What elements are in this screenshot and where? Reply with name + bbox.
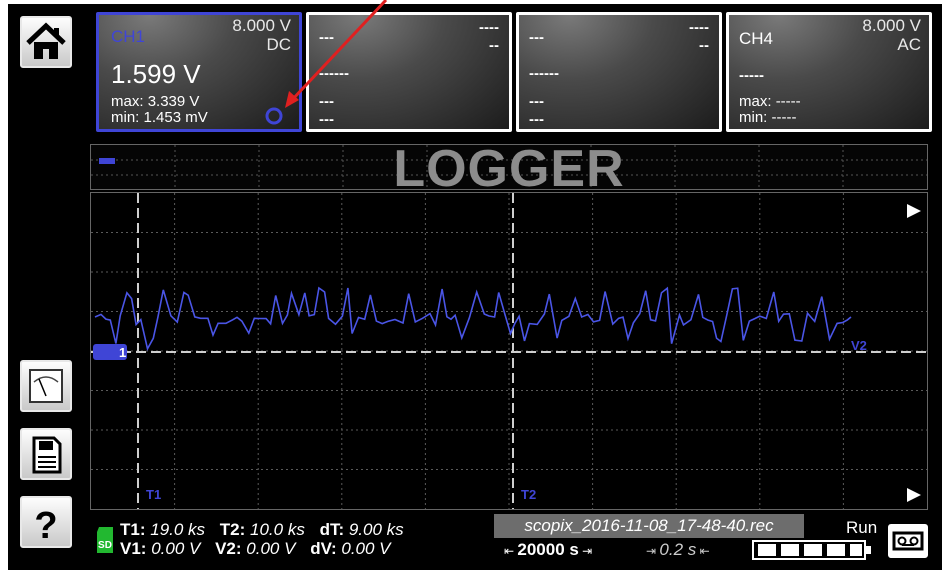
ch2-max: --- [319, 93, 334, 110]
mode-label: LOGGER [393, 140, 625, 198]
waveform-display[interactable]: 1 T1 T2 V2 [90, 192, 928, 510]
svg-text:SD: SD [98, 540, 112, 551]
dv-value: 0.00 V [341, 539, 391, 558]
ch2-scale: ---- [479, 19, 499, 36]
duration-setting[interactable]: ⇤ 20000 s ⇥ [504, 540, 592, 560]
scroll-right-bottom-icon[interactable] [907, 488, 921, 502]
ch1-min-row: min: 1.453 mV [111, 109, 208, 126]
t1-value: 19.0 ks [150, 520, 206, 539]
ch1-coupling: DC [266, 35, 291, 54]
save-icon [32, 436, 62, 474]
save-button[interactable] [20, 428, 72, 480]
sd-card-icon: SD [97, 527, 113, 553]
waveform-svg: 1 T1 T2 V2 [91, 193, 927, 509]
meter-mode-button[interactable] [20, 360, 72, 412]
time-readout-row: T1: 19.0 ks T2: 10.0 ks dT: 9.00 ks [120, 520, 404, 539]
ch1-settings-ring-icon[interactable] [263, 105, 285, 127]
dt-value: 9.00 ks [348, 520, 404, 539]
cassette-button[interactable] [888, 524, 928, 558]
ch3-name: --- [529, 29, 544, 46]
ch3-scale: ---- [689, 19, 709, 36]
interval-setting[interactable]: ⇥ 0.2 s ⇤ [646, 540, 710, 560]
help-icon: ? [34, 505, 57, 546]
ch3-min: --- [529, 111, 544, 128]
cursor-v2-label: V2 [851, 338, 867, 353]
record-file-name[interactable]: scopix_2016-11-08_17-48-40.rec [494, 514, 804, 538]
ch2-panel[interactable]: --- ---- -- ------ --- --- [306, 12, 512, 132]
home-icon [26, 22, 66, 59]
ch2-min: --- [319, 111, 334, 128]
ch4-value: ----- [739, 67, 764, 84]
ch4-panel[interactable]: CH4 8.000 V AC ----- max: ----- min: ---… [726, 12, 932, 132]
ch1-panel[interactable]: CH1 8.000 V DC 1.599 V max: 3.339 V min:… [96, 12, 302, 132]
cursor-t1-label: T1 [146, 487, 161, 502]
battery-icon [752, 540, 871, 560]
voltage-readout-row: V1: 0.00 V V2: 0.00 V dV: 0.00 V [120, 539, 391, 558]
t2-value: 10.0 ks [250, 520, 305, 539]
v1-value: 0.00 V [151, 539, 201, 558]
ch3-coupling: -- [699, 37, 709, 54]
scroll-right-top-icon[interactable] [907, 204, 921, 218]
ch1-name: CH1 [111, 27, 146, 46]
ch4-name: CH4 [739, 29, 774, 48]
ch2-coupling: -- [489, 37, 499, 54]
meter-icon [29, 369, 63, 403]
ch3-panel[interactable]: --- ---- -- ------ --- --- [516, 12, 722, 132]
cassette-icon [892, 531, 924, 551]
ch4-min-row: min: ----- [739, 109, 797, 126]
ch1-scale: 8.000 V [232, 16, 291, 35]
ch2-name: --- [319, 29, 334, 46]
run-status[interactable]: Run [846, 518, 877, 538]
ch2-value: ------ [319, 65, 349, 82]
ch1-ground-marker-label: 1 [119, 345, 126, 360]
cursor-t2-label: T2 [521, 487, 536, 502]
ch4-coupling: AC [897, 35, 921, 54]
ch3-max: --- [529, 93, 544, 110]
ch3-value: ------ [529, 65, 559, 82]
ch1-trace [94, 286, 852, 352]
ch1-max-row: max: 3.339 V [111, 93, 200, 110]
ch4-max-row: max: ----- [739, 93, 801, 110]
help-button[interactable]: ? [20, 496, 72, 548]
home-button[interactable] [20, 16, 72, 68]
overview-strip[interactable]: LOGGER [90, 140, 928, 198]
ch1-value: 1.599 V [111, 59, 201, 89]
v2-value: 0.00 V [246, 539, 296, 558]
svg-text:?: ? [34, 505, 57, 546]
ch4-scale: 8.000 V [862, 16, 921, 35]
